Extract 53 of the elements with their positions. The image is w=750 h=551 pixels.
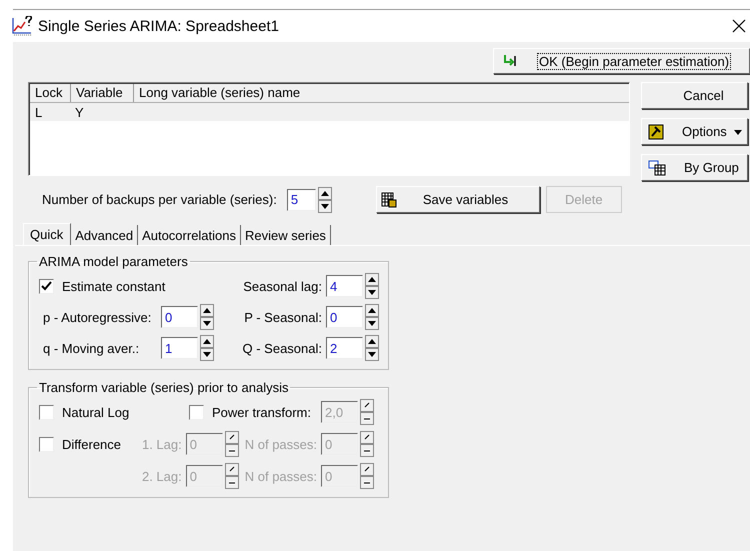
tab[interactable]: Quick	[23, 223, 72, 245]
group-title: Transform variable (series) prior to analysis	[38, 380, 290, 395]
column-header[interactable]: Variable	[71, 84, 134, 102]
number-field[interactable]: 1	[161, 337, 198, 359]
column-header[interactable]: Long variable (series) name	[134, 84, 629, 102]
number-field[interactable]: 0	[326, 306, 363, 328]
spin-arrows-icon[interactable]	[200, 335, 214, 361]
field-label: 2. Lag:	[142, 468, 182, 484]
spin-arrows-icon[interactable]	[365, 273, 379, 299]
checkbox[interactable]	[39, 436, 54, 452]
checkbox[interactable]	[39, 278, 54, 294]
spin-arrows-icon[interactable]	[360, 431, 374, 457]
field-label: p - Autoregressive:	[43, 310, 152, 324]
spin-arrows-icon[interactable]	[318, 186, 332, 212]
checkbox[interactable]	[39, 404, 54, 420]
spin-arrows-icon[interactable]	[365, 304, 379, 330]
ok-button[interactable]: OK (Begin parameter estimation)	[493, 48, 750, 74]
checkbox-label: Difference	[62, 436, 122, 452]
spin-arrows-icon[interactable]	[365, 335, 379, 361]
checkbox-label: Estimate constant	[62, 278, 166, 294]
backups-field[interactable]: 5	[286, 188, 316, 210]
table-cell-text: L	[34, 104, 44, 120]
field-label: Q - Seasonal:	[242, 340, 323, 356]
field-label: 1. Lag:	[142, 436, 182, 452]
field-label: Seasonal lag:	[242, 278, 323, 294]
side-button[interactable]: Options	[641, 118, 748, 145]
side-button[interactable]: Cancel	[641, 82, 748, 109]
spin-arrows-icon[interactable]	[200, 304, 214, 330]
side-button[interactable]: By Group	[641, 154, 748, 181]
field-label: N of passes:	[244, 468, 317, 484]
field-label: N of passes:	[244, 436, 317, 452]
arrow-icon	[502, 54, 516, 68]
chart-icon	[11, 16, 33, 36]
save-variables-button[interactable]: Save variables	[376, 186, 540, 213]
window-title: Single Series ARIMA: Spreadsheet1	[38, 18, 279, 34]
backups-label: Number of backups per variable (series):	[42, 192, 277, 207]
seasonal-lag-field[interactable]: 4	[326, 275, 363, 297]
hammer-icon	[648, 124, 664, 140]
checkbox-label: Natural Log	[62, 404, 130, 420]
close-icon[interactable]	[732, 19, 746, 33]
table-cell-text: Y	[74, 104, 85, 120]
field-label: q - Moving aver.:	[43, 340, 140, 356]
group-title: ARIMA model parameters	[38, 254, 189, 269]
spin-arrows-icon[interactable]	[360, 463, 374, 489]
table-row[interactable]: L Y	[30, 103, 629, 121]
column-header[interactable]: Lock	[30, 84, 71, 102]
number-field[interactable]: 2	[326, 337, 363, 359]
checkbox-label: Power transform:	[212, 404, 311, 420]
field-label: P - Seasonal:	[243, 310, 323, 324]
grid-disk-icon	[380, 192, 397, 208]
grid-icon	[648, 160, 666, 176]
number-field[interactable]: 0	[161, 306, 198, 328]
caret-icon	[734, 130, 742, 135]
